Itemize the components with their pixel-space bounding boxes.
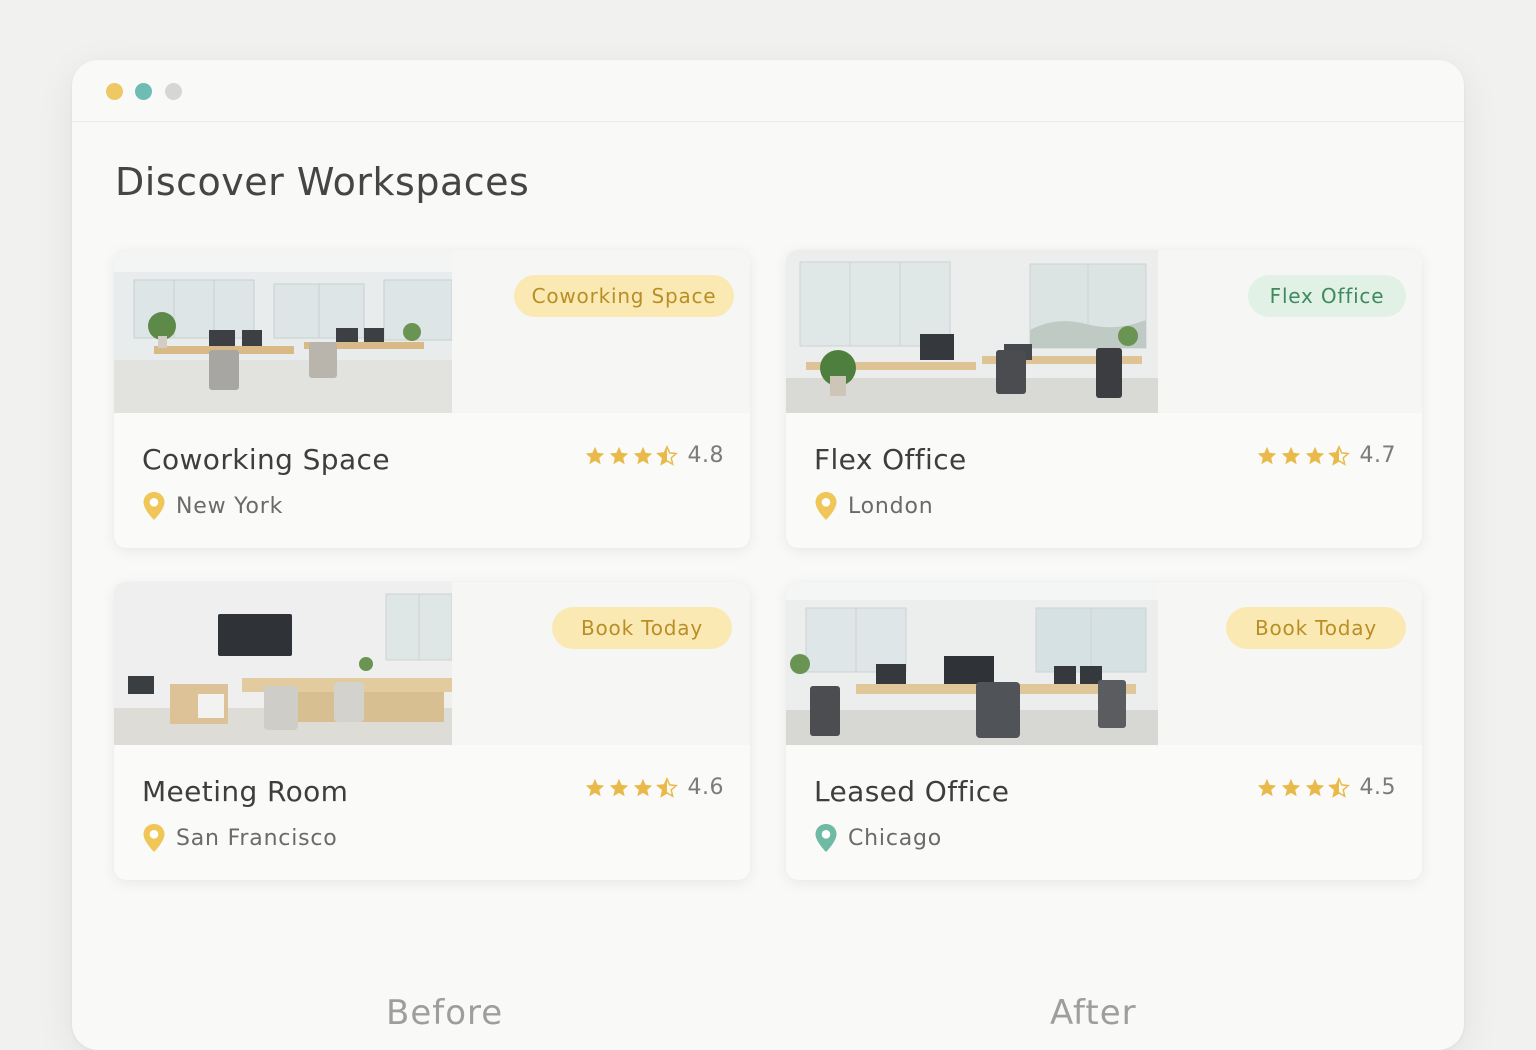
card-title[interactable]: Leased Office [814,775,1009,808]
card-title[interactable]: Coworking Space [142,443,390,476]
location-name: Chicago [848,825,943,851]
card-title[interactable]: Flex Office [814,443,967,476]
location-pin-icon [143,824,165,852]
window-maximize-dot[interactable] [135,83,152,100]
star-icon [585,446,604,464]
title-bar [72,60,1464,122]
star-rating [1256,776,1352,799]
star-icon [609,778,628,796]
workspace-card-flex-office[interactable]: Flex Office Flex Office London 4.7 [786,250,1422,548]
rating-value: 4.7 [1359,443,1396,468]
workspace-photo [114,582,452,745]
rating-value: 4.8 [687,443,724,468]
star-icon [609,446,628,464]
location-name: New York [176,493,284,519]
rating: 4.8 [584,443,725,468]
star-rating [1256,444,1352,467]
star-icon [1281,778,1300,796]
workspace-card-meeting-room[interactable]: Book Today Meeting Room San Francisco 4.… [114,582,750,880]
workspace-photo [786,582,1158,745]
star-icon [585,778,604,796]
window-minimize-dot[interactable] [106,83,123,100]
rating: 4.6 [584,775,725,800]
location-name: San Francisco [176,825,338,851]
before-caption: Before [386,993,504,1033]
location-name: London [848,493,934,519]
star-icon [1305,446,1324,464]
location-pin-icon [815,492,837,520]
star-icon [1257,778,1276,796]
booking-badge[interactable]: Book Today [1226,607,1406,649]
workspace-photo [114,250,452,413]
workspace-card-coworking[interactable]: Coworking Space Coworking Space New York… [114,250,750,548]
app-window: Discover Workspaces Coworking Space Cowo… [72,60,1464,1050]
rating-value: 4.5 [1359,775,1396,800]
category-badge: Flex Office [1248,275,1406,317]
star-icon [633,778,652,796]
location-pin-icon [815,824,837,852]
half-star-icon [655,776,678,798]
workspace-card-leased-office[interactable]: Book Today Leased Office Chicago 4.5 [786,582,1422,880]
card-title[interactable]: Meeting Room [142,775,348,808]
location: Chicago [814,822,942,854]
star-icon [1281,446,1300,464]
half-star-icon [1327,444,1350,466]
location: London [814,490,933,522]
rating: 4.5 [1256,775,1397,800]
after-caption: After [1050,993,1137,1033]
star-rating [584,444,680,467]
star-rating [584,776,680,799]
page-title: Discover Workspaces [115,160,530,204]
location: San Francisco [142,822,338,854]
star-icon [1305,778,1324,796]
workspace-photo [786,250,1158,413]
star-icon [1257,446,1276,464]
location-pin-icon [143,492,165,520]
window-close-dot[interactable] [165,83,182,100]
half-star-icon [1327,776,1350,798]
category-badge: Coworking Space [514,275,734,317]
rating: 4.7 [1256,443,1397,468]
star-icon [633,446,652,464]
half-star-icon [655,444,678,466]
location: New York [142,490,283,522]
booking-badge[interactable]: Book Today [552,607,732,649]
rating-value: 4.6 [687,775,724,800]
